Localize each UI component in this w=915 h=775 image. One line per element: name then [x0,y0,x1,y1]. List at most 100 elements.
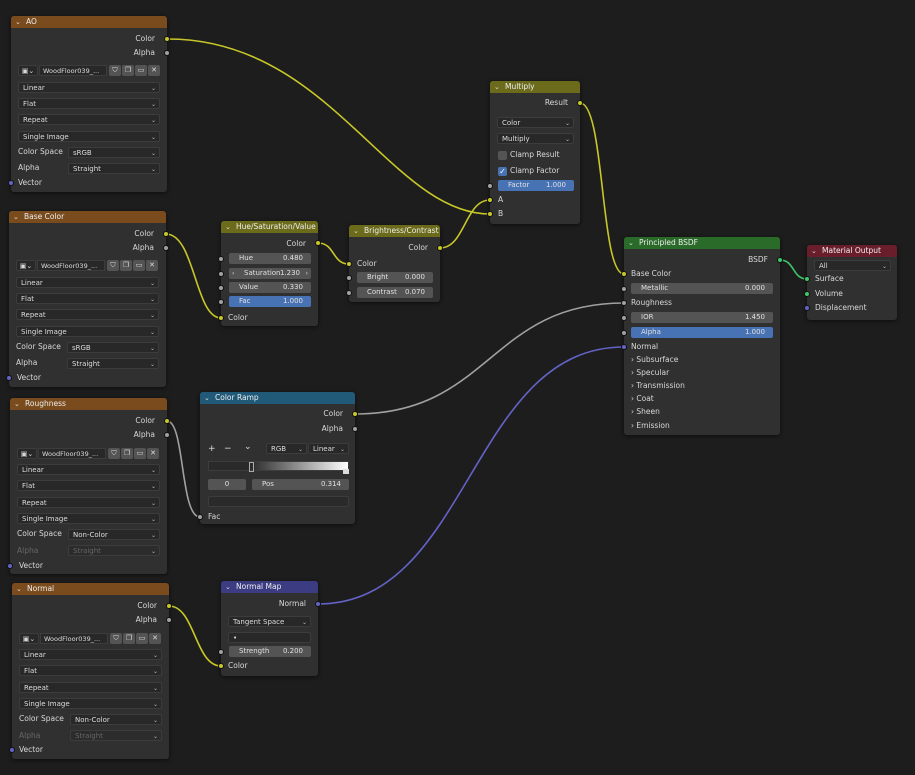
hsv-in-color-socket[interactable] [218,315,224,321]
chevron-down-icon[interactable]: ⌄ [13,211,19,223]
bsdf-metallic-field[interactable]: Metallic 0.000 [631,283,773,294]
normal-map-out-normal-socket[interactable] [315,601,321,607]
ramp-interpolation-dropdown[interactable]: Linear ⌄ [308,443,349,454]
output-in-volume-socket[interactable] [804,291,810,297]
multiply-mix-node[interactable]: ⌄ Multiply Result Color ⌄ Multiply ⌄ Clamp … [487,81,583,224]
ramp-menu-chevron-icon[interactable]: ⌄ [244,442,252,452]
bc-contrast-field[interactable]: Contrast 0.070 [357,287,433,298]
chevron-down-icon[interactable]: ⌄ [811,245,817,257]
unlink-close-icon[interactable]: ✕ [148,65,160,76]
multiply-out-result-socket[interactable] [577,100,583,106]
normal-extension-dropdown[interactable]: Repeat ⌄ [19,682,162,693]
roughness-color-space-dropdown[interactable]: Non-Color ⌄ [68,529,160,540]
bsdf-specular-panel[interactable]: › Specular [631,367,669,379]
roughness-image-name[interactable]: WoodFloor039_... [38,448,106,459]
chevron-down-icon[interactable]: ⌄ [353,225,359,237]
ramp-stop-handle-black[interactable] [249,462,254,472]
open-folder-icon[interactable]: ▭ [136,633,148,644]
roughness-projection-dropdown[interactable]: Flat ⌄ [17,480,160,491]
ramp-color-mode-dropdown[interactable]: RGB ⌄ [266,443,307,454]
bsdf-transmission-panel[interactable]: › Transmission [631,380,685,392]
multiply-node-header[interactable]: ⌄ Multiply [490,81,580,93]
base-color-in-vector-socket[interactable] [6,375,12,381]
ao-extension-dropdown[interactable]: Repeat ⌄ [18,114,160,125]
roughness-in-vector-socket[interactable] [7,563,13,569]
chevron-left-icon[interactable]: ‹ [232,268,234,279]
bsdf-in-ior-socket[interactable] [621,315,627,321]
roughness-interpolation-dropdown[interactable]: Linear ⌄ [17,464,160,475]
hsv-in-saturation-socket[interactable] [218,271,224,277]
ramp-out-color-socket[interactable] [352,411,358,417]
bsdf-sheen-panel[interactable]: › Sheen [631,406,660,418]
clamp-result-checkbox[interactable] [498,151,507,160]
ao-texture-node[interactable]: ⌄ AO Color Alpha ▣⌄ WoodFloor039_... ⛉ ❐ … [8,16,170,192]
normal-map-space-dropdown[interactable]: Tangent Space ⌄ [228,616,311,627]
output-target-dropdown[interactable]: All ⌄ [814,260,891,271]
base-color-extension-dropdown[interactable]: Repeat ⌄ [16,309,159,320]
ramp-stop-color-swatch[interactable] [208,496,349,507]
hsv-in-value-socket[interactable] [218,285,224,291]
normal-texture-node[interactable]: ⌄ Normal Color Alpha ▣⌄ WoodFloor039_... … [9,583,172,759]
base-color-projection-dropdown[interactable]: Flat ⌄ [16,293,159,304]
bsdf-in-metallic-socket[interactable] [621,286,627,292]
fake-user-shield-icon[interactable]: ⛉ [107,260,119,271]
bsdf-ior-field[interactable]: IOR 1.450 [631,312,773,323]
multiply-in-a-socket[interactable] [487,197,493,203]
remove-stop-minus-icon[interactable]: − [224,444,232,454]
fake-user-shield-icon[interactable]: ⛉ [108,448,120,459]
duplicate-icon[interactable]: ❐ [122,65,134,76]
normal-map-uv-map-field[interactable]: • [228,632,311,643]
chevron-down-icon[interactable]: ⌄ [14,398,20,410]
fake-user-shield-icon[interactable]: ⛉ [109,65,121,76]
normal-source-dropdown[interactable]: Single Image ⌄ [19,698,162,709]
hsv-fac-field[interactable]: Fac 1.000 [229,296,311,307]
multiply-in-factor-socket[interactable] [487,183,493,189]
hsv-saturation-field[interactable]: ‹ Saturation 1.230 › [229,268,311,279]
ao-color-space-dropdown[interactable]: sRGB ⌄ [68,147,160,158]
bc-in-contrast-socket[interactable] [346,290,352,296]
normal-interpolation-dropdown[interactable]: Linear ⌄ [19,649,162,660]
ao-in-vector-socket[interactable] [8,180,14,186]
hsv-hue-field[interactable]: Hue 0.480 [229,253,311,264]
normal-map-node-header[interactable]: ⌄ Normal Map [221,581,318,593]
brightness-contrast-node[interactable]: ⌄ Brightness/Contrast Color Color Bright 0… [346,225,443,302]
ao-source-dropdown[interactable]: Single Image ⌄ [18,131,160,142]
ao-interpolation-dropdown[interactable]: Linear ⌄ [18,82,160,93]
base-color-texture-node[interactable]: ⌄ Base Color Color Alpha ▣⌄ WoodFloor039_… [6,211,169,387]
chevron-down-icon[interactable]: ⌄ [628,237,634,249]
output-node-header[interactable]: ⌄ Material Output [807,245,897,257]
unlink-close-icon[interactable]: ✕ [149,633,161,644]
fake-user-shield-icon[interactable]: ⛉ [110,633,122,644]
ramp-node-header[interactable]: ⌄ Color Ramp [200,392,355,404]
bc-bright-field[interactable]: Bright 0.000 [357,272,433,283]
ramp-gradient-bar[interactable] [208,461,349,471]
open-folder-icon[interactable]: ▭ [135,65,147,76]
output-in-surface-socket[interactable] [804,276,810,282]
bsdf-in-base-color-socket[interactable] [621,271,627,277]
base-color-source-dropdown[interactable]: Single Image ⌄ [16,326,159,337]
open-folder-icon[interactable]: ▭ [133,260,145,271]
ao-image-name[interactable]: WoodFloor039_... [39,65,107,76]
bsdf-out-bsdf-socket[interactable] [777,257,783,263]
ramp-in-fac-socket[interactable] [197,514,203,520]
bsdf-coat-panel[interactable]: › Coat [631,393,654,405]
bsdf-in-normal-socket[interactable] [621,344,627,350]
ramp-stop-handle-white[interactable] [343,469,349,474]
bsdf-emission-panel[interactable]: › Emission [631,420,670,432]
roughness-texture-node[interactable]: ⌄ Roughness Color Alpha ▣⌄ WoodFloor039_.… [7,398,170,574]
ramp-active-stop-index[interactable]: 0 [208,479,246,490]
normal-out-alpha-socket[interactable] [166,617,172,623]
hsv-in-hue-socket[interactable] [218,256,224,262]
image-browse-icon[interactable]: ▣⌄ [18,65,38,76]
add-stop-plus-icon[interactable]: + [208,444,216,454]
multiply-blend-mode-dropdown[interactable]: Multiply ⌄ [497,133,574,144]
roughness-out-color-socket[interactable] [164,418,170,424]
hue-saturation-value-node[interactable]: ⌄ Hue/Saturation/Value Color Hue 0.480 ‹ Sa… [218,221,321,326]
hsv-out-color-socket[interactable] [315,240,321,246]
chevron-down-icon[interactable]: ⌄ [225,221,231,233]
chevron-down-icon[interactable]: ⌄ [225,581,231,593]
roughness-source-dropdown[interactable]: Single Image ⌄ [17,513,160,524]
image-browse-icon[interactable]: ▣⌄ [19,633,39,644]
unlink-close-icon[interactable]: ✕ [146,260,158,271]
bsdf-node-header[interactable]: ⌄ Principled BSDF [624,237,780,249]
